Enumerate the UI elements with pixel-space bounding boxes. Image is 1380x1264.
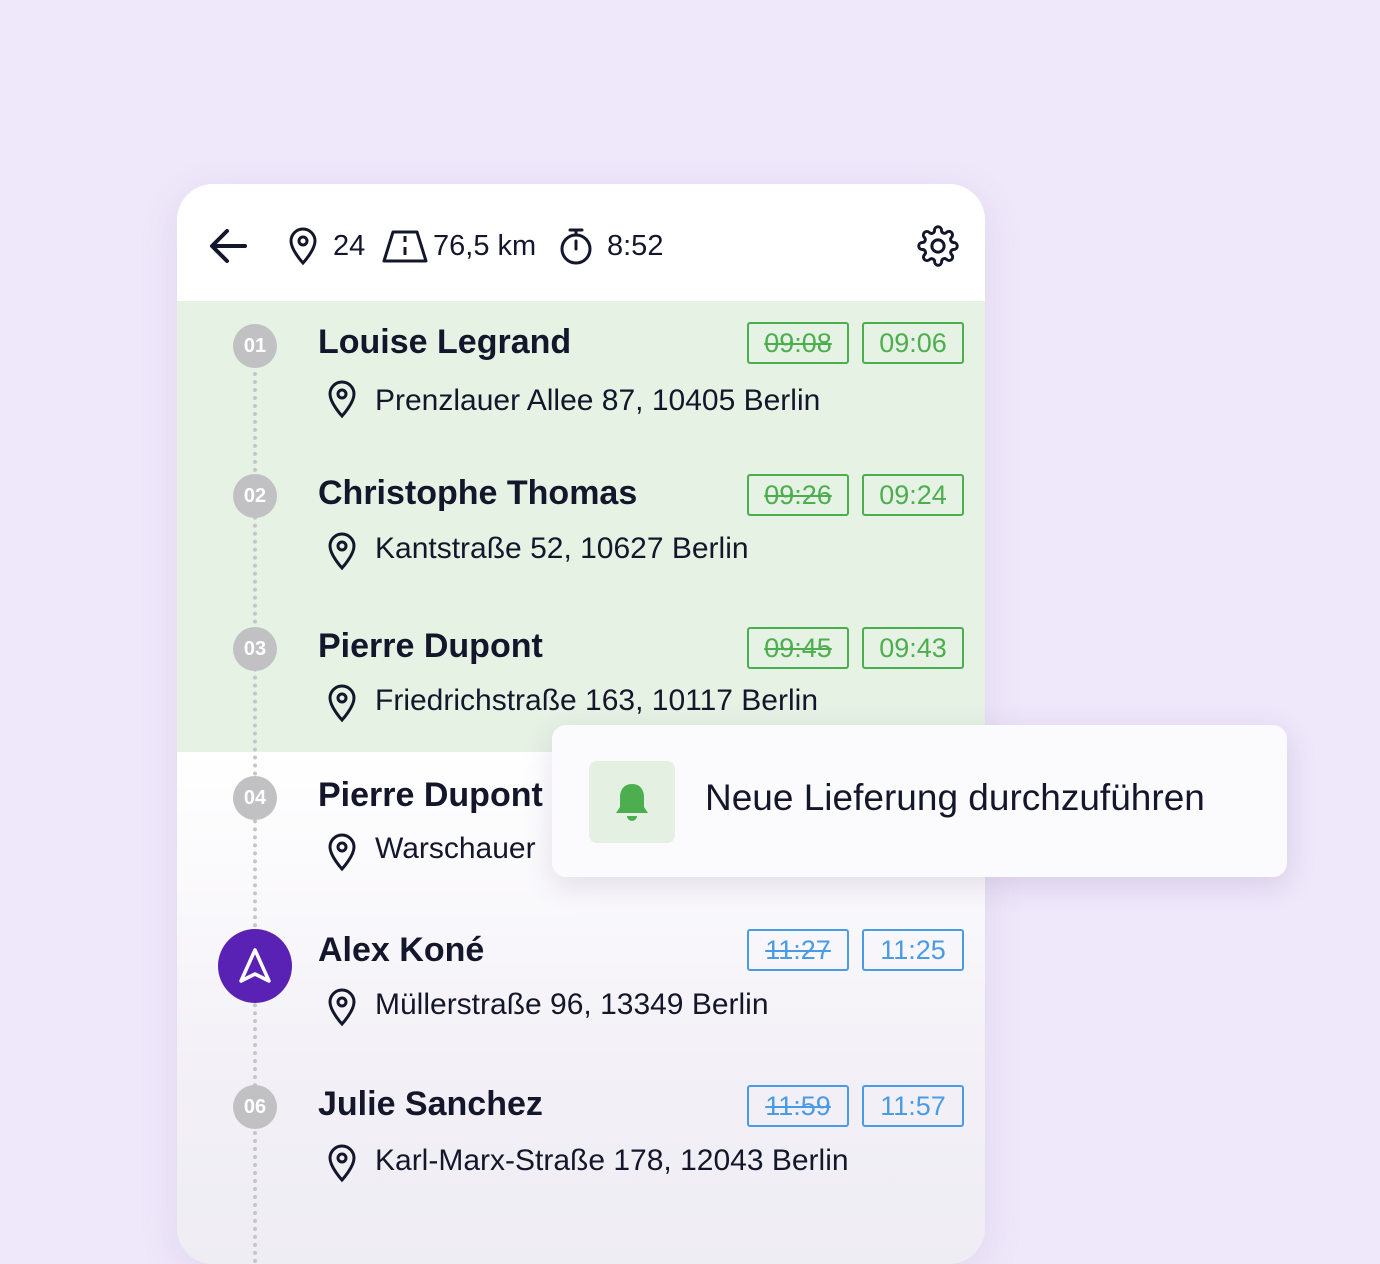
stop-address: Friedrichstraße 163, 10117 Berlin xyxy=(375,684,818,717)
gear-icon xyxy=(917,225,959,267)
map-pin-icon xyxy=(328,833,356,872)
stop-number: 06 xyxy=(233,1085,277,1129)
updated-eta-badge: 11:25 xyxy=(862,929,964,971)
route-header: 24 76,5 km 8:52 xyxy=(177,184,985,301)
stop-item[interactable]: 06 Julie Sanchez 11:59 11:57 Karl-Marx-S… xyxy=(177,1085,985,1225)
map-pin-icon xyxy=(328,988,356,1027)
stop-number: 01 xyxy=(233,324,277,368)
notification-text: Neue Lieferung durchzuführen xyxy=(705,777,1205,818)
stopwatch-icon xyxy=(560,228,592,265)
map-pin-icon xyxy=(328,684,356,723)
notification-toast[interactable]: Neue Lieferung durchzuführen xyxy=(552,725,1287,877)
stop-name: Julie Sanchez xyxy=(318,1085,543,1123)
stop-name: Pierre Dupont xyxy=(318,627,543,665)
stop-item-current[interactable]: Alex Koné 11:27 11:25 Müllerstraße 96, 1… xyxy=(177,929,985,1069)
stop-number: 04 xyxy=(233,776,277,820)
updated-eta-badge: 09:24 xyxy=(862,474,964,516)
stop-number: 02 xyxy=(233,474,277,518)
stops-count: 24 xyxy=(287,226,365,266)
updated-eta-badge: 09:43 xyxy=(862,627,964,669)
stop-item[interactable]: 02 Christophe Thomas 09:26 09:24 Kantstr… xyxy=(177,474,985,614)
bell-icon xyxy=(616,784,648,821)
notification-icon-box xyxy=(589,761,675,843)
original-eta-badge: 11:59 xyxy=(747,1085,849,1127)
back-button[interactable] xyxy=(207,226,249,266)
stop-number: 03 xyxy=(233,627,277,671)
map-pin-icon xyxy=(289,227,317,266)
stop-address: Müllerstraße 96, 13349 Berlin xyxy=(375,988,769,1021)
settings-button[interactable] xyxy=(917,225,959,267)
original-eta-badge: 09:26 xyxy=(747,474,849,516)
stop-name: Alex Koné xyxy=(318,931,485,969)
stops-count-value: 24 xyxy=(333,229,366,262)
updated-eta-badge: 09:06 xyxy=(862,322,964,364)
route-distance: 76,5 km xyxy=(381,226,536,266)
stop-address: Warschauer xyxy=(375,832,536,865)
map-pin-icon xyxy=(328,380,356,419)
original-eta-badge: 09:45 xyxy=(747,627,849,669)
original-eta-badge: 09:08 xyxy=(747,322,849,364)
updated-eta-badge: 11:57 xyxy=(862,1085,964,1127)
distance-value: 76,5 km xyxy=(433,229,537,262)
road-icon xyxy=(382,230,428,263)
stop-address: Prenzlauer Allee 87, 10405 Berlin xyxy=(375,384,821,417)
stop-name: Pierre Dupont xyxy=(318,776,543,814)
stop-address: Kantstraße 52, 10627 Berlin xyxy=(375,532,749,565)
original-eta-badge: 11:27 xyxy=(747,929,849,971)
stop-name: Louise Legrand xyxy=(318,323,572,361)
duration-value: 8:52 xyxy=(607,229,664,262)
stop-name: Christophe Thomas xyxy=(318,474,638,512)
map-pin-icon xyxy=(328,1144,356,1183)
route-duration: 8:52 xyxy=(557,226,663,266)
arrow-left-icon xyxy=(210,229,247,263)
stop-item[interactable]: 01 Louise Legrand 09:08 09:06 Prenzlauer… xyxy=(177,314,985,454)
current-stop-marker xyxy=(218,929,292,1003)
route-card: 24 76,5 km 8:52 01 Louise Legrand 09:08 … xyxy=(177,184,985,1264)
stop-address: Karl-Marx-Straße 178, 12043 Berlin xyxy=(375,1144,849,1177)
navigation-arrow-icon xyxy=(239,948,271,983)
map-pin-icon xyxy=(328,532,356,571)
